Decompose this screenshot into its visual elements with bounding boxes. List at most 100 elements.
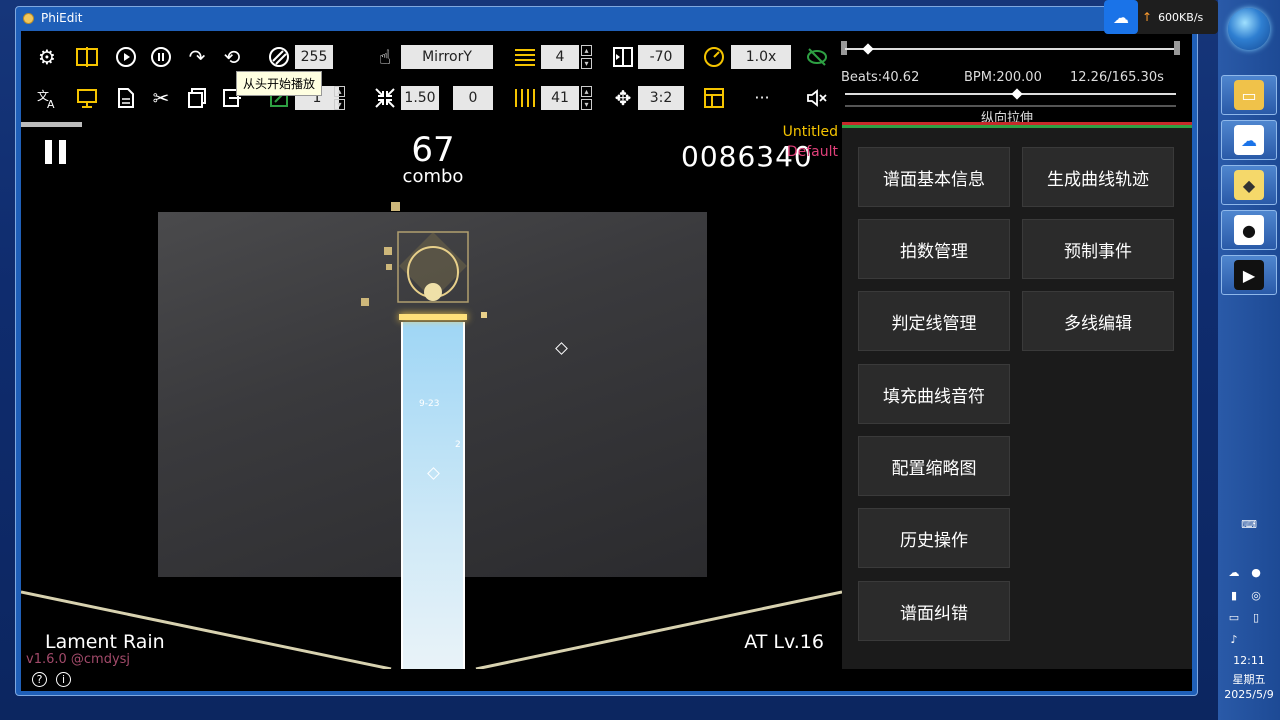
mute-icon[interactable] <box>805 86 829 110</box>
lane-count-field[interactable]: 41 <box>541 86 579 110</box>
speed-gauge-icon[interactable] <box>702 45 726 69</box>
mirror-field[interactable]: MirrorY <box>401 45 493 69</box>
tray-cloud-icon[interactable]: ☁ <box>1227 565 1241 579</box>
tooltip: 从头开始播放 <box>236 71 323 96</box>
chart-info-button[interactable]: 谱面基本信息 <box>858 147 1010 207</box>
monitor-icon[interactable] <box>75 86 99 110</box>
bpm-readout: BPM:200.00 <box>964 70 1042 85</box>
opacity-field[interactable]: 255 <box>295 45 333 69</box>
signal-icon[interactable]: ▮ <box>1227 588 1241 602</box>
tray-qq-icon[interactable]: ● <box>1249 565 1263 579</box>
help-icon[interactable]: ? <box>32 672 47 687</box>
timeline-position-thumb[interactable] <box>862 43 874 55</box>
network-speed-widget[interactable]: ☁ ↑ 600KB/s <box>1104 0 1218 34</box>
network-icon[interactable]: ◎ <box>1249 588 1263 602</box>
cloud-icon: ☁ <box>1104 0 1138 34</box>
storage-icon[interactable]: ▭ <box>1227 610 1241 624</box>
translate-icon[interactable]: 文A <box>35 86 59 110</box>
lane-count-stepper[interactable]: ▴ ▾ <box>581 86 592 110</box>
info-icon[interactable]: i <box>56 672 71 687</box>
layout-icon[interactable] <box>702 86 726 110</box>
thumbnail-config-button[interactable]: 配置缩略图 <box>858 436 1010 496</box>
panel-stripe-green <box>842 125 1192 128</box>
song-name: Lament Rain <box>45 631 165 653</box>
speed-field[interactable]: 1.0x <box>731 45 791 69</box>
document-icon[interactable] <box>114 86 138 110</box>
video-camera-icon: ▶ <box>1234 260 1264 290</box>
chart-difficulty: Default <box>786 144 838 160</box>
shrink-icon[interactable] <box>373 86 397 110</box>
side-panel: 谱面基本信息 生成曲线轨迹 拍数管理 预制事件 判定线管理 多线编辑 填充曲线音… <box>842 122 1192 669</box>
video-app-task[interactable]: ▶ <box>1221 255 1277 295</box>
timeline: Beats:40.62 BPM:200.00 12.26/165.30s 纵向拉… <box>841 37 1192 126</box>
status-bar: ? i <box>21 669 1192 691</box>
line-index-stepper[interactable]: ▴ ▾ <box>334 86 345 110</box>
redo-icon[interactable]: ↷ <box>185 45 209 69</box>
split-view-icon[interactable] <box>75 45 99 69</box>
touch-icon[interactable]: ☝ <box>373 45 397 69</box>
timeline-end-handle[interactable] <box>1174 41 1180 55</box>
beats-readout: Beats:40.62 <box>841 70 920 85</box>
aspect-ratio-field[interactable]: 3:2 <box>638 86 684 110</box>
phiedit-icon: ◆ <box>1234 170 1264 200</box>
clock-date[interactable]: 2025/5/9 <box>1218 688 1280 701</box>
judge-line-head <box>399 314 467 320</box>
qq-task[interactable]: ● <box>1221 210 1277 250</box>
game-preview[interactable]: 67 combo 0086340 Untitled Default 9-23 2… <box>21 122 842 669</box>
song-progress-bar <box>21 122 82 127</box>
beat-division-stepper[interactable]: ▴ ▾ <box>581 45 592 69</box>
title-bar[interactable]: PhiEdit <box>16 7 1197 31</box>
time-readout: 12.26/165.30s <box>1070 70 1164 85</box>
preset-events-button[interactable]: 预制事件 <box>1022 219 1174 279</box>
lane-label: 2 <box>455 440 461 450</box>
clock-weekday[interactable]: 星期五 <box>1218 671 1280 687</box>
pause-circle-icon[interactable] <box>149 45 173 69</box>
offset-field[interactable]: -70 <box>638 45 684 69</box>
vertical-lines-icon[interactable] <box>513 86 537 110</box>
volume-icon[interactable]: ♪ <box>1227 632 1241 646</box>
beats-manage-button[interactable]: 拍数管理 <box>858 219 1010 279</box>
hit-effect <box>361 202 487 318</box>
upload-arrow-icon: ↑ <box>1142 10 1153 24</box>
fill-curve-notes-button[interactable]: 填充曲线音符 <box>858 364 1010 424</box>
cut-icon[interactable]: ✂ <box>149 86 173 110</box>
start-button[interactable] <box>1228 8 1270 50</box>
combo-label: combo <box>402 166 464 187</box>
move-icon[interactable]: ✥ <box>611 86 635 110</box>
generate-curve-button[interactable]: 生成曲线轨迹 <box>1022 147 1174 207</box>
more-icon[interactable]: ··· <box>750 86 774 110</box>
lane-label: 9-23 <box>419 399 440 409</box>
chart-fix-button[interactable]: 谱面纠错 <box>858 581 1010 641</box>
zero-field[interactable]: 0 <box>453 86 493 110</box>
stretch-thumb[interactable] <box>1011 88 1023 100</box>
phiedit-task[interactable]: ◆ <box>1221 165 1277 205</box>
chart-name: Untitled <box>782 124 838 140</box>
battery-icon[interactable]: ▯ <box>1249 610 1263 624</box>
svg-text:A: A <box>47 98 55 109</box>
keyboard-icon[interactable]: ⌨ <box>1241 517 1257 531</box>
opacity-icon[interactable] <box>267 45 291 69</box>
network-speed: 600KB/s <box>1158 10 1204 24</box>
judge-line-manage-button[interactable]: 判定线管理 <box>858 291 1010 351</box>
clock-time[interactable]: 12:11 <box>1218 654 1280 667</box>
offset-icon[interactable] <box>611 45 635 69</box>
file-explorer-task[interactable]: ▭ <box>1221 75 1277 115</box>
window-title: PhiEdit <box>41 11 83 25</box>
scale-field[interactable]: 1.50 <box>401 86 439 110</box>
app-window: PhiEdit ⚙ ↷ ⟲ 255 ☝ MirrorY 4 ▴ ▾ -70 1.… <box>15 6 1198 696</box>
cloud-app-task[interactable]: ☁ <box>1221 120 1277 160</box>
play-icon[interactable] <box>114 45 138 69</box>
timeline-track[interactable] <box>845 48 1176 50</box>
cloud-app-icon: ☁ <box>1234 125 1264 155</box>
beat-division-field[interactable]: 4 <box>541 45 579 69</box>
restart-icon[interactable]: ⟲ <box>220 45 244 69</box>
copy-icon[interactable] <box>185 86 209 110</box>
version-label: v1.6.0 @cmdysj <box>26 652 131 667</box>
settings-icon[interactable]: ⚙ <box>35 45 59 69</box>
app-icon <box>23 13 34 24</box>
pause-icon[interactable] <box>45 140 67 164</box>
multi-line-edit-button[interactable]: 多线编辑 <box>1022 291 1174 351</box>
history-button[interactable]: 历史操作 <box>858 508 1010 568</box>
beat-lines-icon[interactable] <box>513 45 537 69</box>
hide-icon[interactable] <box>805 45 829 69</box>
